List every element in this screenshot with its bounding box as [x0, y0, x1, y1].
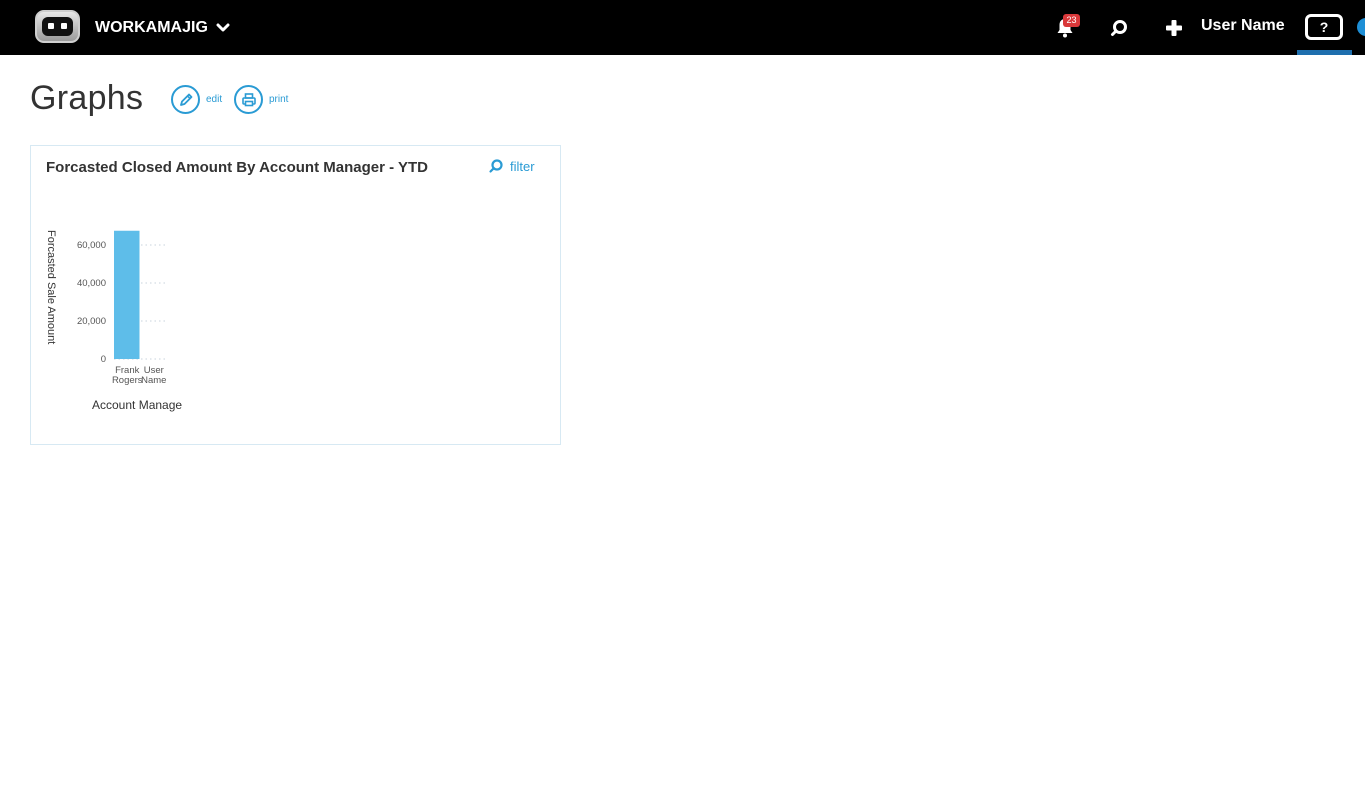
x-tick-label: Name — [141, 375, 166, 386]
add-icon[interactable] — [1164, 18, 1184, 38]
printer-icon — [241, 92, 256, 106]
bar-chart: 020,00040,00060,000FrankRogersUserNameFo… — [45, 230, 182, 412]
edit-label: edit — [206, 94, 223, 105]
y-tick-label: 0 — [101, 354, 106, 365]
app-name: WORKAMAJIG — [95, 19, 208, 36]
app-switcher[interactable]: WORKAMAJIG — [95, 17, 230, 39]
x-axis-label: Account Manage — [92, 398, 182, 412]
user-menu[interactable]: User Name — [1201, 17, 1285, 35]
y-tick-label: 20,000 — [77, 316, 106, 327]
y-axis-label: Forcasted Sale Amount — [45, 230, 57, 344]
workamajig-logo[interactable] — [35, 10, 80, 43]
help-active-indicator — [1297, 50, 1352, 55]
print-label: print — [269, 94, 289, 105]
print-button[interactable]: print — [234, 85, 288, 114]
pencil-icon — [179, 93, 192, 106]
edit-button[interactable]: edit — [171, 85, 222, 114]
y-tick-label: 60,000 — [77, 240, 106, 251]
y-tick-label: 40,000 — [77, 278, 106, 289]
graph-widget: Forcasted Closed Amount By Account Manag… — [30, 145, 561, 445]
top-navbar: WORKAMAJIG — [0, 0, 1365, 55]
search-icon[interactable] — [1108, 17, 1130, 39]
page-title: Graphs — [30, 79, 144, 117]
notification-badge: 23 — [1063, 14, 1080, 27]
bar — [114, 230, 140, 359]
x-tick-label: Rogers — [112, 375, 143, 386]
help-button[interactable]: ? — [1305, 14, 1343, 40]
chevron-down-icon — [216, 23, 230, 32]
